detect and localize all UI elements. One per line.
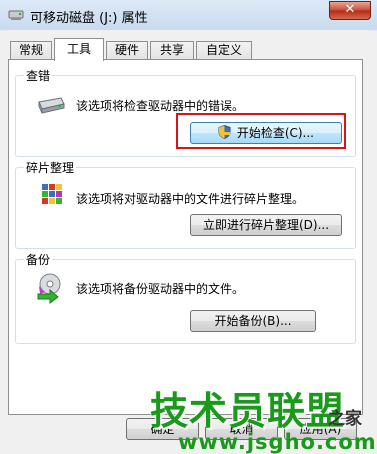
tab-label: 常规 bbox=[18, 43, 43, 57]
cancel-button[interactable]: 取消 bbox=[205, 418, 278, 440]
drive-icon bbox=[38, 97, 65, 114]
backup-group: 备份 该选项将备份驱动器中的文件。 开始备份(B)... bbox=[15, 251, 356, 344]
tab-label: 硬件 bbox=[114, 43, 139, 57]
group-title: 备份 bbox=[24, 251, 53, 268]
group-description: 该选项将对驱动器中的文件进行碎片整理。 bbox=[76, 192, 305, 206]
button-label: 应用(A) bbox=[299, 422, 342, 436]
tab-general[interactable]: 常规 bbox=[10, 41, 52, 60]
start-backup-button[interactable]: 开始备份(B)... bbox=[190, 310, 316, 332]
group-description: 该选项将备份驱动器中的文件。 bbox=[76, 282, 245, 296]
button-label: 取消 bbox=[229, 422, 254, 436]
tab-customize[interactable]: 自定义 bbox=[196, 41, 252, 60]
button-label: 立即进行碎片整理(D)... bbox=[202, 218, 330, 232]
tab-sharing[interactable]: 共享 bbox=[150, 41, 194, 60]
close-button[interactable]: ✕ bbox=[329, 1, 371, 20]
button-label: 开始备份(B)... bbox=[214, 314, 292, 328]
defrag-now-button[interactable]: 立即进行碎片整理(D)... bbox=[190, 214, 342, 236]
apply-button[interactable]: 应用(A) bbox=[284, 418, 357, 440]
defrag-group: 碎片整理 该选项将对驱动器中的文件进行碎片整理。 立即进行碎片整理(D)... bbox=[15, 159, 356, 249]
backup-icon bbox=[37, 273, 61, 304]
group-title: 碎片整理 bbox=[24, 159, 77, 176]
group-description: 该选项将检查驱动器中的错误。 bbox=[76, 99, 245, 113]
ok-button[interactable]: 确定 bbox=[126, 418, 199, 440]
defrag-icon bbox=[42, 184, 62, 204]
tab-tools[interactable]: 工具 bbox=[54, 38, 104, 61]
tab-label: 共享 bbox=[159, 43, 184, 57]
title-bar[interactable]: 可移动磁盘 (J:) 属性 ✕ bbox=[0, 0, 377, 30]
button-label: 确定 bbox=[150, 422, 175, 436]
annotation-highlight-box bbox=[176, 113, 346, 149]
tab-label: 工具 bbox=[66, 42, 91, 56]
tab-label: 自定义 bbox=[205, 43, 242, 57]
tab-hardware[interactable]: 硬件 bbox=[106, 41, 148, 60]
group-title: 查错 bbox=[24, 67, 53, 84]
window-title: 可移动磁盘 (J:) 属性 bbox=[30, 11, 148, 26]
properties-window: 可移动磁盘 (J:) 属性 ✕ 常规 工具 硬件 共享 自定义 查错 该选项将检… bbox=[0, 0, 377, 454]
close-icon: ✕ bbox=[344, 2, 356, 17]
drive-icon bbox=[8, 10, 24, 20]
